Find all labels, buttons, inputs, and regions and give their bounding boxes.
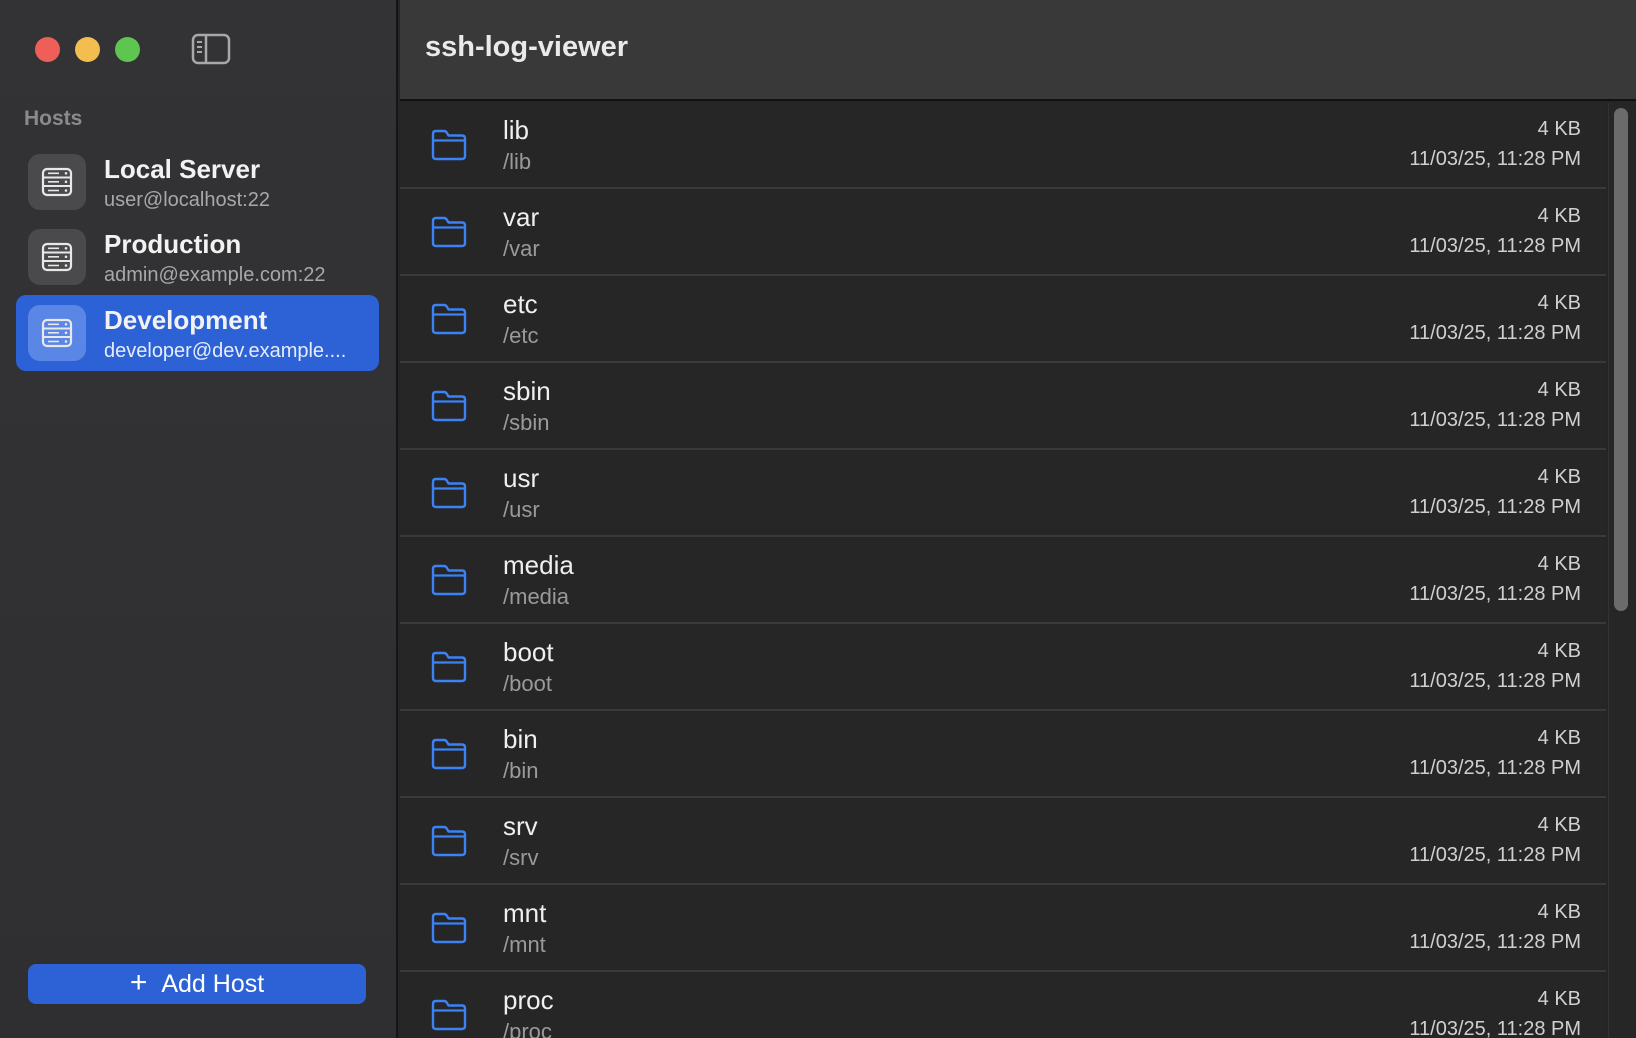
file-size: 4 KB	[1537, 988, 1581, 1010]
sidebar: Hosts Local Server user@localhost:22 Produ…	[0, 0, 398, 1038]
file-date: 11/03/25, 11:28 PM	[1409, 757, 1581, 779]
file-date: 11/03/25, 11:28 PM	[1409, 931, 1581, 953]
file-row[interactable]: var/var 4 KB 11/03/25, 11:28 PM	[400, 190, 1606, 276]
file-path: /mnt	[503, 932, 546, 957]
file-date: 11/03/25, 11:28 PM	[1409, 322, 1581, 344]
folder-icon	[430, 215, 468, 249]
file-date: 11/03/25, 11:28 PM	[1409, 844, 1581, 866]
folder-icon	[430, 128, 468, 162]
file-size: 4 KB	[1537, 727, 1581, 749]
window-title: ssh-log-viewer	[425, 31, 629, 63]
host-row[interactable]: Local Server user@localhost:22	[16, 144, 379, 220]
file-row[interactable]: proc/proc 4 KB 11/03/25, 11:28 PM	[400, 973, 1606, 1038]
folder-icon	[430, 302, 468, 336]
file-name: lib	[503, 115, 530, 145]
file-path: /var	[503, 236, 540, 261]
host-name: Production	[104, 229, 242, 259]
zoom-window-button[interactable]	[115, 37, 140, 62]
file-list: lib/lib 4 KB 11/03/25, 11:28 PM var/var 4 KB…	[400, 103, 1606, 1038]
file-date: 11/03/25, 11:28 PM	[1409, 409, 1581, 431]
file-size: 4 KB	[1537, 466, 1581, 488]
file-path: /usr	[503, 497, 540, 522]
host-address: admin@example.com:22	[104, 264, 326, 286]
folder-icon	[430, 650, 468, 684]
file-path: /bin	[503, 758, 539, 783]
host-row[interactable]: Production admin@example.com:22	[16, 219, 379, 295]
host-name: Development	[104, 305, 268, 335]
file-size: 4 KB	[1537, 553, 1581, 575]
close-window-button[interactable]	[35, 37, 60, 62]
file-size: 4 KB	[1537, 814, 1581, 836]
file-name: var	[503, 202, 540, 232]
file-name: bin	[503, 724, 538, 754]
host-address: developer@dev.example....	[104, 340, 347, 362]
minimize-window-button[interactable]	[75, 37, 100, 62]
file-row[interactable]: mnt/mnt 4 KB 11/03/25, 11:28 PM	[400, 886, 1606, 972]
file-name: proc	[503, 985, 554, 1015]
file-date: 11/03/25, 11:28 PM	[1409, 496, 1581, 518]
file-name: sbin	[503, 376, 551, 406]
file-path: /etc	[503, 323, 539, 348]
main-content: ssh-log-viewer lib/lib 4 KB 11/03/25, 11:2…	[400, 0, 1636, 1038]
file-path: /boot	[503, 671, 552, 696]
folder-icon	[430, 476, 468, 510]
file-name: usr	[503, 463, 540, 493]
file-path: /media	[503, 584, 570, 609]
server-icon	[28, 229, 86, 285]
file-row[interactable]: bin/bin 4 KB 11/03/25, 11:28 PM	[400, 712, 1606, 798]
file-row[interactable]: boot/boot 4 KB 11/03/25, 11:28 PM	[400, 625, 1606, 711]
hosts-section-header: Hosts	[24, 107, 83, 130]
file-date: 11/03/25, 11:28 PM	[1409, 583, 1581, 605]
file-path: /sbin	[503, 410, 550, 435]
file-size: 4 KB	[1537, 640, 1581, 662]
file-name: srv	[503, 811, 538, 841]
file-name: media	[503, 550, 574, 580]
folder-icon	[430, 563, 468, 597]
folder-icon	[430, 737, 468, 771]
file-row[interactable]: sbin/sbin 4 KB 11/03/25, 11:28 PM	[400, 364, 1606, 450]
file-date: 11/03/25, 11:28 PM	[1409, 235, 1581, 257]
server-icon	[28, 154, 86, 210]
file-size: 4 KB	[1537, 379, 1581, 401]
app-window: Hosts Local Server user@localhost:22 Produ…	[0, 0, 1636, 1038]
folder-icon	[430, 824, 468, 858]
file-path: /srv	[503, 845, 539, 870]
folder-icon	[430, 998, 468, 1032]
file-row[interactable]: usr/usr 4 KB 11/03/25, 11:28 PM	[400, 451, 1606, 537]
file-date: 11/03/25, 11:28 PM	[1409, 148, 1581, 170]
host-row[interactable]: Development developer@dev.example....	[16, 295, 379, 371]
add-host-button[interactable]: + Add Host	[28, 964, 366, 1004]
file-path: /lib	[503, 149, 532, 174]
folder-icon	[430, 911, 468, 945]
file-row[interactable]: srv/srv 4 KB 11/03/25, 11:28 PM	[400, 799, 1606, 885]
file-size: 4 KB	[1537, 205, 1581, 227]
file-date: 11/03/25, 11:28 PM	[1409, 1018, 1581, 1038]
file-size: 4 KB	[1537, 292, 1581, 314]
file-name: etc	[503, 289, 538, 319]
toolbar: ssh-log-viewer	[400, 0, 1636, 101]
add-host-label: Add Host	[161, 969, 265, 998]
file-row[interactable]: etc/etc 4 KB 11/03/25, 11:28 PM	[400, 277, 1606, 363]
file-date: 11/03/25, 11:28 PM	[1409, 670, 1581, 692]
file-size: 4 KB	[1537, 901, 1581, 923]
host-address: user@localhost:22	[104, 189, 270, 211]
plus-icon: +	[129, 965, 148, 999]
file-path: /proc	[503, 1019, 552, 1038]
server-icon	[28, 305, 86, 361]
file-row[interactable]: lib/lib 4 KB 11/03/25, 11:28 PM	[400, 103, 1606, 189]
sidebar-toggle-icon[interactable]	[191, 33, 231, 65]
folder-icon	[430, 389, 468, 423]
file-row[interactable]: media/media 4 KB 11/03/25, 11:28 PM	[400, 538, 1606, 624]
scrollbar-thumb[interactable]	[1614, 108, 1628, 611]
file-size: 4 KB	[1537, 118, 1581, 140]
file-name: boot	[503, 637, 554, 667]
host-name: Local Server	[104, 154, 261, 184]
file-name: mnt	[503, 898, 547, 928]
